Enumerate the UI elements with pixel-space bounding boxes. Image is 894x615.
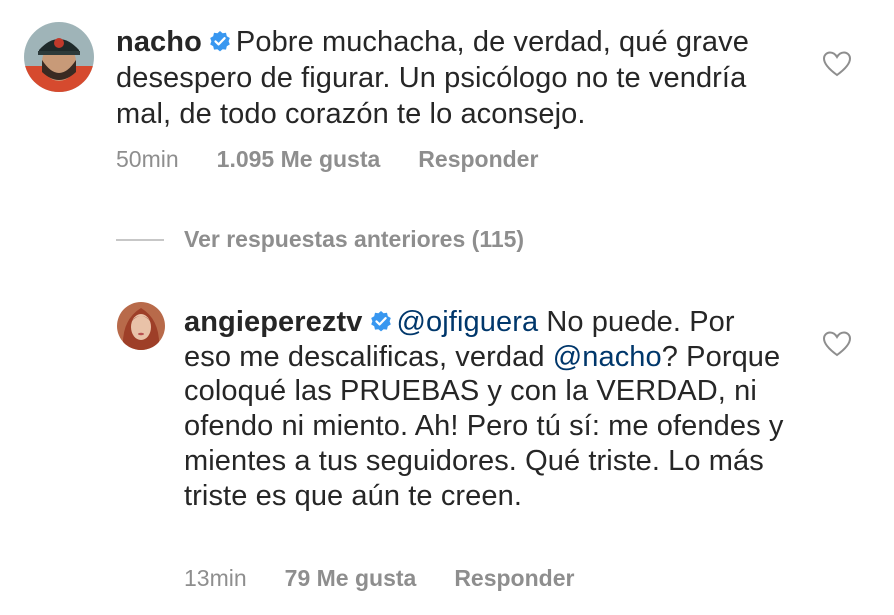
replies-divider-line [116, 238, 164, 241]
comment-1-time: 50min [116, 146, 179, 172]
comment-2-time: 13min [184, 565, 247, 591]
comment-1-meta: 50min 1.095 Me gusta Responder [116, 146, 538, 173]
like-heart-icon[interactable] [822, 330, 852, 358]
verified-badge-icon [369, 310, 393, 334]
mention-ojfiguera-link[interactable]: @ojfiguera [397, 306, 539, 338]
comment-1-likes[interactable]: 1.095 Me gusta [217, 146, 381, 173]
view-previous-replies[interactable]: Ver respuestas anteriores (115) [116, 226, 524, 253]
view-previous-replies-label[interactable]: Ver respuestas anteriores (115) [184, 226, 524, 253]
comment-2-meta: 13min 79 Me gusta Responder [184, 565, 574, 592]
avatar-angiepereztv[interactable] [117, 302, 165, 350]
comment-2-reply-button[interactable]: Responder [454, 565, 574, 592]
comment-2-text-block: angieperez­tv @ojfiguera No puede. Por es… [184, 305, 784, 513]
comment-1-username[interactable]: nacho [116, 26, 202, 58]
verified-badge-icon [208, 30, 232, 54]
like-heart-icon[interactable] [822, 50, 852, 78]
comment-1-text-block: nacho Pobre muchacha, de verdad, qué grav… [116, 24, 776, 132]
comment-2-username[interactable]: angieperez­tv [184, 306, 363, 338]
comment-1-reply-button[interactable]: Responder [418, 146, 538, 173]
comment-2-likes[interactable]: 79 Me gusta [285, 565, 417, 592]
mention-nacho-link[interactable]: @nacho [553, 341, 662, 373]
avatar-nacho[interactable] [24, 22, 94, 92]
